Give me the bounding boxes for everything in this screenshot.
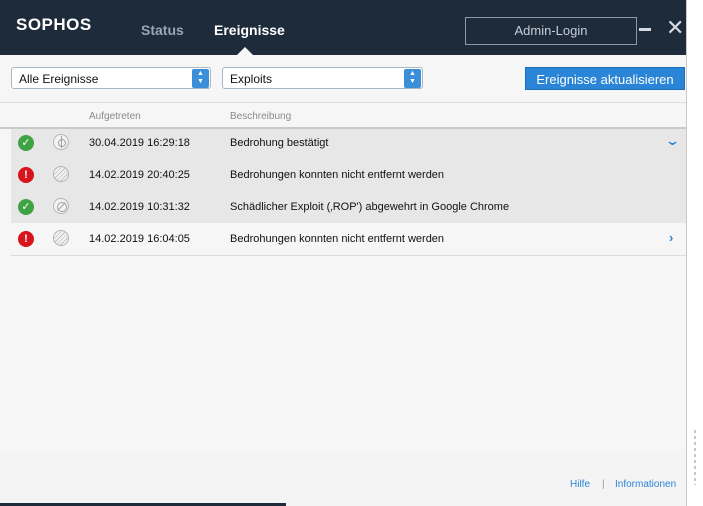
- event-description: Bedrohungen konnten nicht entfernt werde…: [230, 169, 445, 181]
- column-header-description[interactable]: Beschreibung: [230, 111, 291, 122]
- threat-icon: [53, 166, 69, 182]
- error-icon: !: [18, 167, 34, 183]
- tab-status[interactable]: Status: [141, 22, 184, 38]
- event-time: 14.02.2019 16:04:05: [89, 233, 190, 245]
- chevron-right-icon[interactable]: ›: [669, 230, 673, 245]
- table-row[interactable]: ✓ 30.04.2019 16:29:18 Bedrohung bestätig…: [11, 128, 686, 160]
- admin-login-button[interactable]: Admin-Login: [465, 17, 637, 45]
- tab-events[interactable]: Ereignisse: [214, 22, 285, 38]
- information-link[interactable]: Informationen: [615, 479, 676, 490]
- background-window-strip: [686, 0, 703, 506]
- threat-icon: [53, 230, 69, 246]
- event-type-select[interactable]: Alle Ereignisse ▲ ▼: [11, 67, 211, 89]
- window-edge: [686, 0, 687, 506]
- select-updown-icon: ▲ ▼: [192, 69, 209, 88]
- select-updown-icon: ▲ ▼: [404, 69, 421, 88]
- error-icon: !: [18, 231, 34, 247]
- event-description: Schädlicher Exploit (‚ROP') abgewehrt in…: [230, 201, 510, 213]
- target-icon: [53, 134, 69, 150]
- divider: [0, 102, 686, 103]
- event-category-select-value: Exploits: [230, 72, 273, 86]
- check-icon: ✓: [18, 135, 34, 151]
- sophos-window: SOPHOS Status Ereignisse Admin-Login ✕ A…: [0, 0, 686, 506]
- event-category-select[interactable]: Exploits ▲ ▼: [222, 67, 423, 89]
- minimize-icon[interactable]: [639, 28, 651, 31]
- event-description: Bedrohung bestätigt: [230, 137, 329, 149]
- sophos-logo: SOPHOS: [16, 15, 92, 34]
- event-type-select-value: Alle Ereignisse: [19, 72, 99, 86]
- row-divider: [11, 255, 686, 256]
- event-time: 14.02.2019 10:31:32: [89, 201, 190, 213]
- column-header-time[interactable]: Aufgetreten: [89, 111, 141, 122]
- footer-separator: |: [602, 479, 605, 490]
- event-time: 30.04.2019 16:29:18: [89, 137, 190, 149]
- table-row[interactable]: ! 14.02.2019 16:04:05 Bedrohungen konnte…: [11, 224, 686, 256]
- event-time: 14.02.2019 20:40:25: [89, 169, 190, 181]
- event-description: Bedrohungen konnten nicht entfernt werde…: [230, 233, 445, 245]
- close-icon[interactable]: ✕: [666, 17, 684, 39]
- table-row[interactable]: ! 14.02.2019 20:40:25 Bedrohungen konnte…: [11, 160, 686, 192]
- header-bar: SOPHOS Status Ereignisse Admin-Login ✕: [0, 0, 686, 55]
- refresh-events-button[interactable]: Ereignisse aktualisieren: [525, 67, 685, 90]
- active-tab-caret: [237, 47, 253, 55]
- background-scrollbar: [690, 430, 700, 490]
- check-icon: ✓: [18, 199, 34, 215]
- table-row[interactable]: ✓ 14.02.2019 10:31:32 Schädlicher Exploi…: [11, 192, 686, 224]
- blocked-icon: [53, 198, 69, 214]
- chevron-down-icon[interactable]: ⌄: [665, 133, 680, 149]
- help-link[interactable]: Hilfe: [570, 479, 590, 490]
